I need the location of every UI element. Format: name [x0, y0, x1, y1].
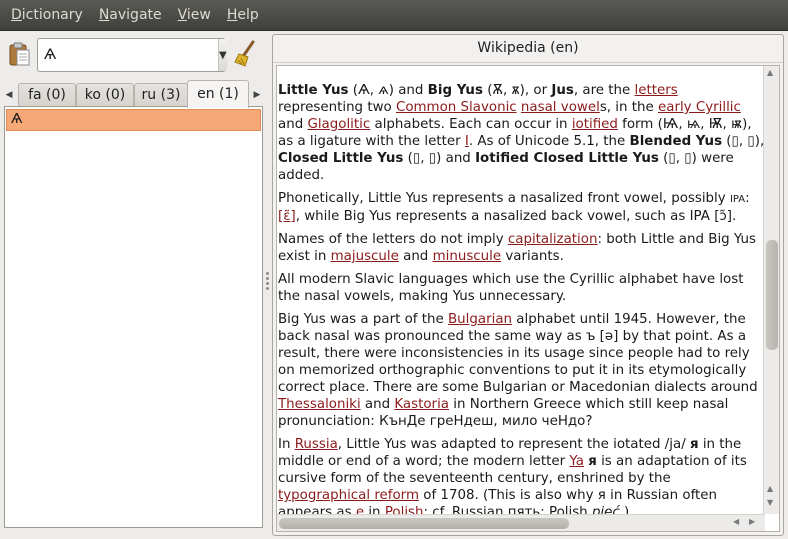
scroll-up-icon[interactable]: ▲	[767, 68, 773, 77]
broom-icon	[234, 40, 255, 67]
clear-button[interactable]	[233, 40, 259, 68]
horizontal-scrollbar[interactable]: ◀ ▶	[277, 514, 765, 531]
paragraph-1: Little Yus (Ѧ, ѧ) and Big Yus (Ѫ, ѫ), or…	[278, 83, 765, 183]
menu-dictionary-label: ictionary	[21, 6, 83, 23]
menubar: Dictionary Navigate View Help	[0, 0, 788, 31]
link-common-slavonic[interactable]: Common Slavonic	[396, 100, 517, 115]
link-ipa-front[interactable]: [ɛ̃]	[278, 209, 296, 224]
vertical-scrollbar[interactable]: ▲ ▲ ▼	[763, 66, 779, 514]
link-majuscule[interactable]: majuscule	[331, 249, 399, 264]
search-combo[interactable]: ▼	[37, 38, 227, 72]
tab-ru-label: ru (3)	[141, 87, 181, 103]
tab-fa[interactable]: fa (0)	[18, 83, 76, 107]
scroll-up-icon[interactable]: ▲	[767, 484, 773, 493]
menu-help[interactable]: Help	[219, 0, 267, 31]
article-panel: Wikipedia (en) Little Yus (Ѧ, ѧ) and Big…	[272, 34, 784, 536]
paragraph-5: Big Yus was a part of the Bulgarian alph…	[278, 312, 758, 429]
article-content: Little Yus (Ѧ, ѧ) and Big Yus (Ѫ, ѫ), or…	[277, 66, 765, 514]
list-item[interactable]: Ѧ	[6, 109, 261, 131]
chevron-down-icon[interactable]: ▼	[218, 39, 227, 71]
link-typographical-reform[interactable]: typographical reform	[278, 488, 419, 503]
menu-view-mnemonic: V	[177, 6, 187, 23]
menu-dictionary[interactable]: Dictionary	[3, 0, 91, 31]
tab-ru[interactable]: ru (3)	[134, 83, 188, 107]
paragraph-3: Names of the letters do not imply capita…	[278, 232, 757, 264]
link-ya[interactable]: Ya	[569, 454, 584, 469]
link-e[interactable]: e	[356, 505, 364, 514]
tab-en[interactable]: en (1)	[187, 80, 249, 108]
link-nasal-vowel[interactable]: nasal vowel	[521, 100, 600, 115]
tab-scroll-right-icon[interactable]: ▶	[250, 86, 264, 104]
menu-help-label: elp	[237, 6, 259, 23]
paragraph-2: Phonetically, Little Yus represents a na…	[278, 191, 750, 224]
link-capitalization[interactable]: capitalization	[508, 232, 598, 247]
menu-help-mnemonic: H	[226, 6, 238, 23]
tab-scroll-left-icon[interactable]: ◀	[2, 86, 16, 104]
paragraph-4: All modern Slavic languages which use th…	[278, 272, 744, 304]
scroll-right-icon[interactable]: ▶	[749, 517, 755, 526]
paragraph-6: In Russia, Little Yus was adapted to rep…	[278, 436, 765, 514]
paste-icon	[9, 42, 30, 66]
vertical-scroll-thumb[interactable]	[766, 240, 778, 350]
pane-splitter[interactable]	[265, 272, 270, 294]
scroll-left-icon[interactable]: ◀	[733, 517, 739, 526]
menu-view-label: iew	[186, 6, 211, 23]
menu-dictionary-mnemonic: D	[11, 6, 22, 23]
search-input[interactable]	[38, 39, 218, 71]
link-russia[interactable]: Russia	[295, 437, 338, 452]
language-tabs: ◀ fa (0) ko (0) ru (3) en (1) ▶	[2, 80, 264, 108]
link-early-cyrillic[interactable]: early Cyrillic	[658, 100, 741, 115]
menu-navigate[interactable]: Navigate	[91, 0, 170, 31]
paste-button[interactable]	[8, 41, 32, 67]
article-source-title: Wikipedia (en)	[273, 35, 783, 63]
link-bulgarian[interactable]: Bulgarian	[448, 312, 512, 327]
tab-ko[interactable]: ko (0)	[76, 83, 134, 107]
article-viewport[interactable]: Little Yus (Ѧ, ѧ) and Big Yus (Ѫ, ѫ), or…	[276, 65, 780, 532]
link-kastoria[interactable]: Kastoria	[394, 397, 449, 412]
link-iotified[interactable]: iotified	[572, 117, 618, 132]
list-item-label: Ѧ	[11, 112, 23, 127]
menu-view[interactable]: View	[170, 0, 219, 31]
link-thessaloniki[interactable]: Thessaloniki	[278, 397, 361, 412]
tab-en-label: en (1)	[197, 86, 239, 102]
scroll-down-icon[interactable]: ▼	[767, 498, 773, 507]
link-polish[interactable]: Polish	[385, 505, 424, 514]
link-glagolitic[interactable]: Glagolitic	[307, 117, 370, 132]
tab-ko-label: ko (0)	[84, 87, 126, 103]
link-letters[interactable]: letters	[635, 83, 678, 98]
results-list[interactable]: Ѧ	[4, 106, 263, 528]
horizontal-scroll-thumb[interactable]	[279, 518, 569, 529]
tab-fa-label: fa (0)	[28, 87, 66, 103]
menu-navigate-mnemonic: N	[98, 6, 110, 23]
menu-navigate-label: avigate	[109, 6, 162, 23]
link-minuscule[interactable]: minuscule	[433, 249, 502, 264]
